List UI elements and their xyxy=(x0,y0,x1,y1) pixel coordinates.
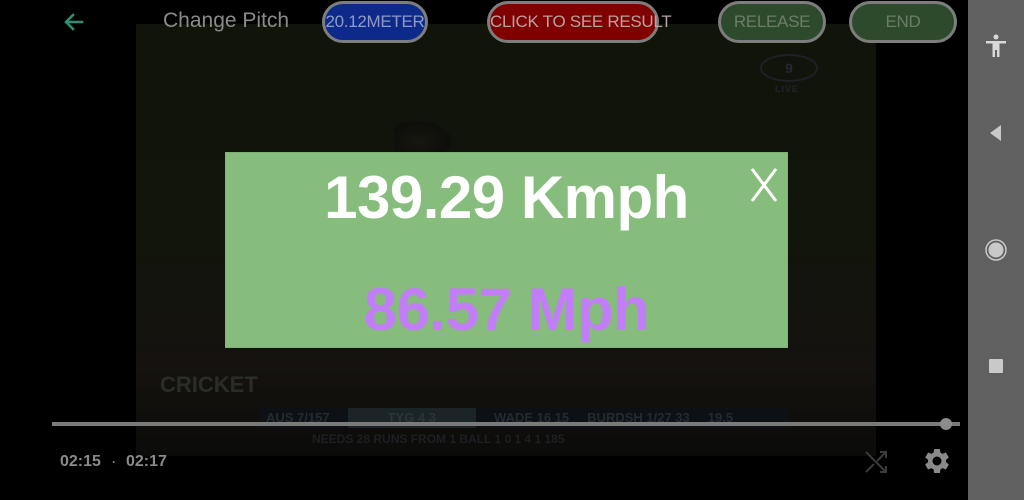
channel-logo: 9 xyxy=(760,54,818,82)
arrow-left-icon xyxy=(64,13,84,31)
close-x-icon xyxy=(750,168,778,202)
channel-live-label: LIVE xyxy=(775,84,800,94)
score-ticker: NEEDS 28 RUNS FROM 1 BALL 1 0 1 4 1 185 xyxy=(312,432,565,446)
recents-square-icon xyxy=(989,359,1003,373)
app-screen: 9 LIVE CRICKET AUS 7/157 TYG 4 3 WADE 16… xyxy=(0,0,968,500)
current-time: 02:15 xyxy=(60,453,101,470)
end-button[interactable]: END xyxy=(849,1,957,43)
settings-button[interactable] xyxy=(922,446,952,476)
shuffle-button[interactable] xyxy=(862,448,890,476)
close-dialog-button[interactable] xyxy=(749,165,779,205)
speed-kmph: 139.29 Kmph xyxy=(324,164,689,231)
home-circle-icon xyxy=(985,239,1007,261)
accessibility-button[interactable] xyxy=(980,30,1012,62)
speed-result-dialog: 139.29 Kmph 86.57 Mph xyxy=(225,152,788,348)
back-button[interactable] xyxy=(58,6,90,38)
shuffle-icon xyxy=(865,451,887,473)
see-result-button[interactable]: CLICK TO SEE RESULT xyxy=(487,1,672,43)
time-separator: · xyxy=(112,455,116,469)
accessibility-icon xyxy=(986,34,1006,57)
back-triangle-icon xyxy=(990,125,1001,141)
nav-recents-button[interactable] xyxy=(980,350,1012,382)
system-nav-bar xyxy=(968,0,1024,500)
release-button[interactable]: RELEASE xyxy=(718,1,826,43)
page-title: Change Pitch xyxy=(163,9,290,32)
total-time: 02:17 xyxy=(126,453,167,470)
pitch-length-button[interactable]: 20.12METER xyxy=(322,1,428,43)
gear-icon xyxy=(925,448,949,473)
seek-thumb[interactable] xyxy=(940,418,953,430)
nav-home-button[interactable] xyxy=(980,234,1012,266)
cricket-watermark: CRICKET xyxy=(160,372,258,397)
seek-bar[interactable] xyxy=(52,422,960,426)
speed-mph: 86.57 Mph xyxy=(363,276,650,343)
nav-back-button[interactable] xyxy=(980,117,1012,149)
